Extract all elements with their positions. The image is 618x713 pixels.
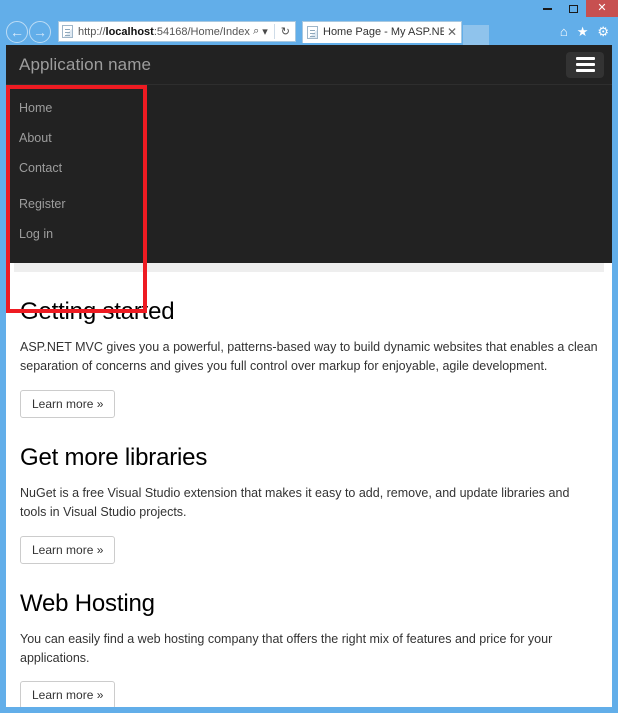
section-body: You can easily find a web hosting compan… [20,631,553,665]
learn-more-button-libraries[interactable]: Learn more » [20,535,116,564]
page-favicon-icon [62,25,73,38]
section-body: ASP.NET MVC gives you a powerful, patter… [20,340,598,374]
section-heading: Web Hosting [20,589,155,617]
main-content: Getting started ASP.NET MVC gives you a … [6,272,612,707]
nav-link-register[interactable]: Register [6,189,612,219]
settings-gear-icon[interactable]: ⚙ [597,24,609,40]
chevron-down-icon[interactable]: ▾ [262,25,268,38]
maximize-button[interactable] [560,0,586,17]
url-text: http://localhost:54168/Home/Index [78,26,253,38]
browser-tab[interactable]: Home Page - My ASP.NET ... ✕ [302,20,462,43]
nav-link-about[interactable]: About [6,123,612,153]
tab-title: Home Page - My ASP.NET ... [323,26,444,38]
navbar-brand[interactable]: Application name [19,55,151,75]
nav-item-register[interactable]: Register [6,189,612,219]
close-button[interactable]: ✕ [586,0,618,17]
navbar-header: Application name [6,45,612,85]
address-bar-icons: ⌕ ▾ ↻ [253,24,292,39]
nav-link-contact[interactable]: Contact [6,153,612,183]
divider [273,24,275,39]
hamburger-icon[interactable] [566,51,604,78]
nav-item-login[interactable]: Log in [6,219,612,249]
site-navbar: Application name Home About Contact Regi… [6,45,612,263]
browser-toolbar: ← → http://localhost:54168/Home/Index ⌕ … [0,18,618,45]
tab-favicon-icon [307,25,318,39]
new-tab-button[interactable] [463,25,489,45]
back-icon[interactable]: ← [6,20,28,43]
refresh-icon[interactable]: ↻ [281,25,290,38]
learn-more-button-getting-started[interactable]: Learn more » [20,389,116,418]
section-getting-started: Getting started ASP.NET MVC gives you a … [20,272,598,418]
section-get-more-libraries: Get more libraries NuGet is a free Visua… [20,418,598,564]
forward-icon[interactable]: → [29,20,51,43]
section-heading: Get more libraries [20,443,208,471]
navbar-menu: Home About Contact Register Log in [6,85,612,249]
browser-window: ✕ ← → http://localhost:54168/Home/Index … [0,0,618,713]
page-viewport: Application name Home About Contact Regi… [6,45,612,707]
learn-more-button-web-hosting[interactable]: Learn more » [20,681,116,707]
window-titlebar: ✕ [0,0,618,18]
minimize-button[interactable] [534,0,560,17]
url-prefix: http:// [78,25,106,38]
nav-item-home[interactable]: Home [6,93,612,123]
section-web-hosting: Web Hosting You can easily find a web ho… [20,564,598,707]
favorites-icon[interactable]: ★ [577,24,589,40]
nav-link-login[interactable]: Log in [6,219,612,249]
jumbotron [14,263,604,272]
tab-close-icon[interactable]: ✕ [444,25,457,39]
address-bar[interactable]: http://localhost:54168/Home/Index ⌕ ▾ ↻ [58,21,296,42]
search-icon[interactable]: ⌕ [253,25,259,38]
section-body: NuGet is a free Visual Studio extension … [20,485,570,520]
home-icon[interactable]: ⌂ [560,24,568,39]
url-rest: :54168/Home/Index [153,25,250,38]
browser-tool-icons: ⌂ ★ ⚙ [560,24,618,40]
nav-item-contact[interactable]: Contact [6,153,612,183]
section-heading: Getting started [20,298,175,325]
nav-link-home[interactable]: Home [6,93,612,123]
url-host: localhost [105,25,154,38]
nav-item-about[interactable]: About [6,123,612,153]
